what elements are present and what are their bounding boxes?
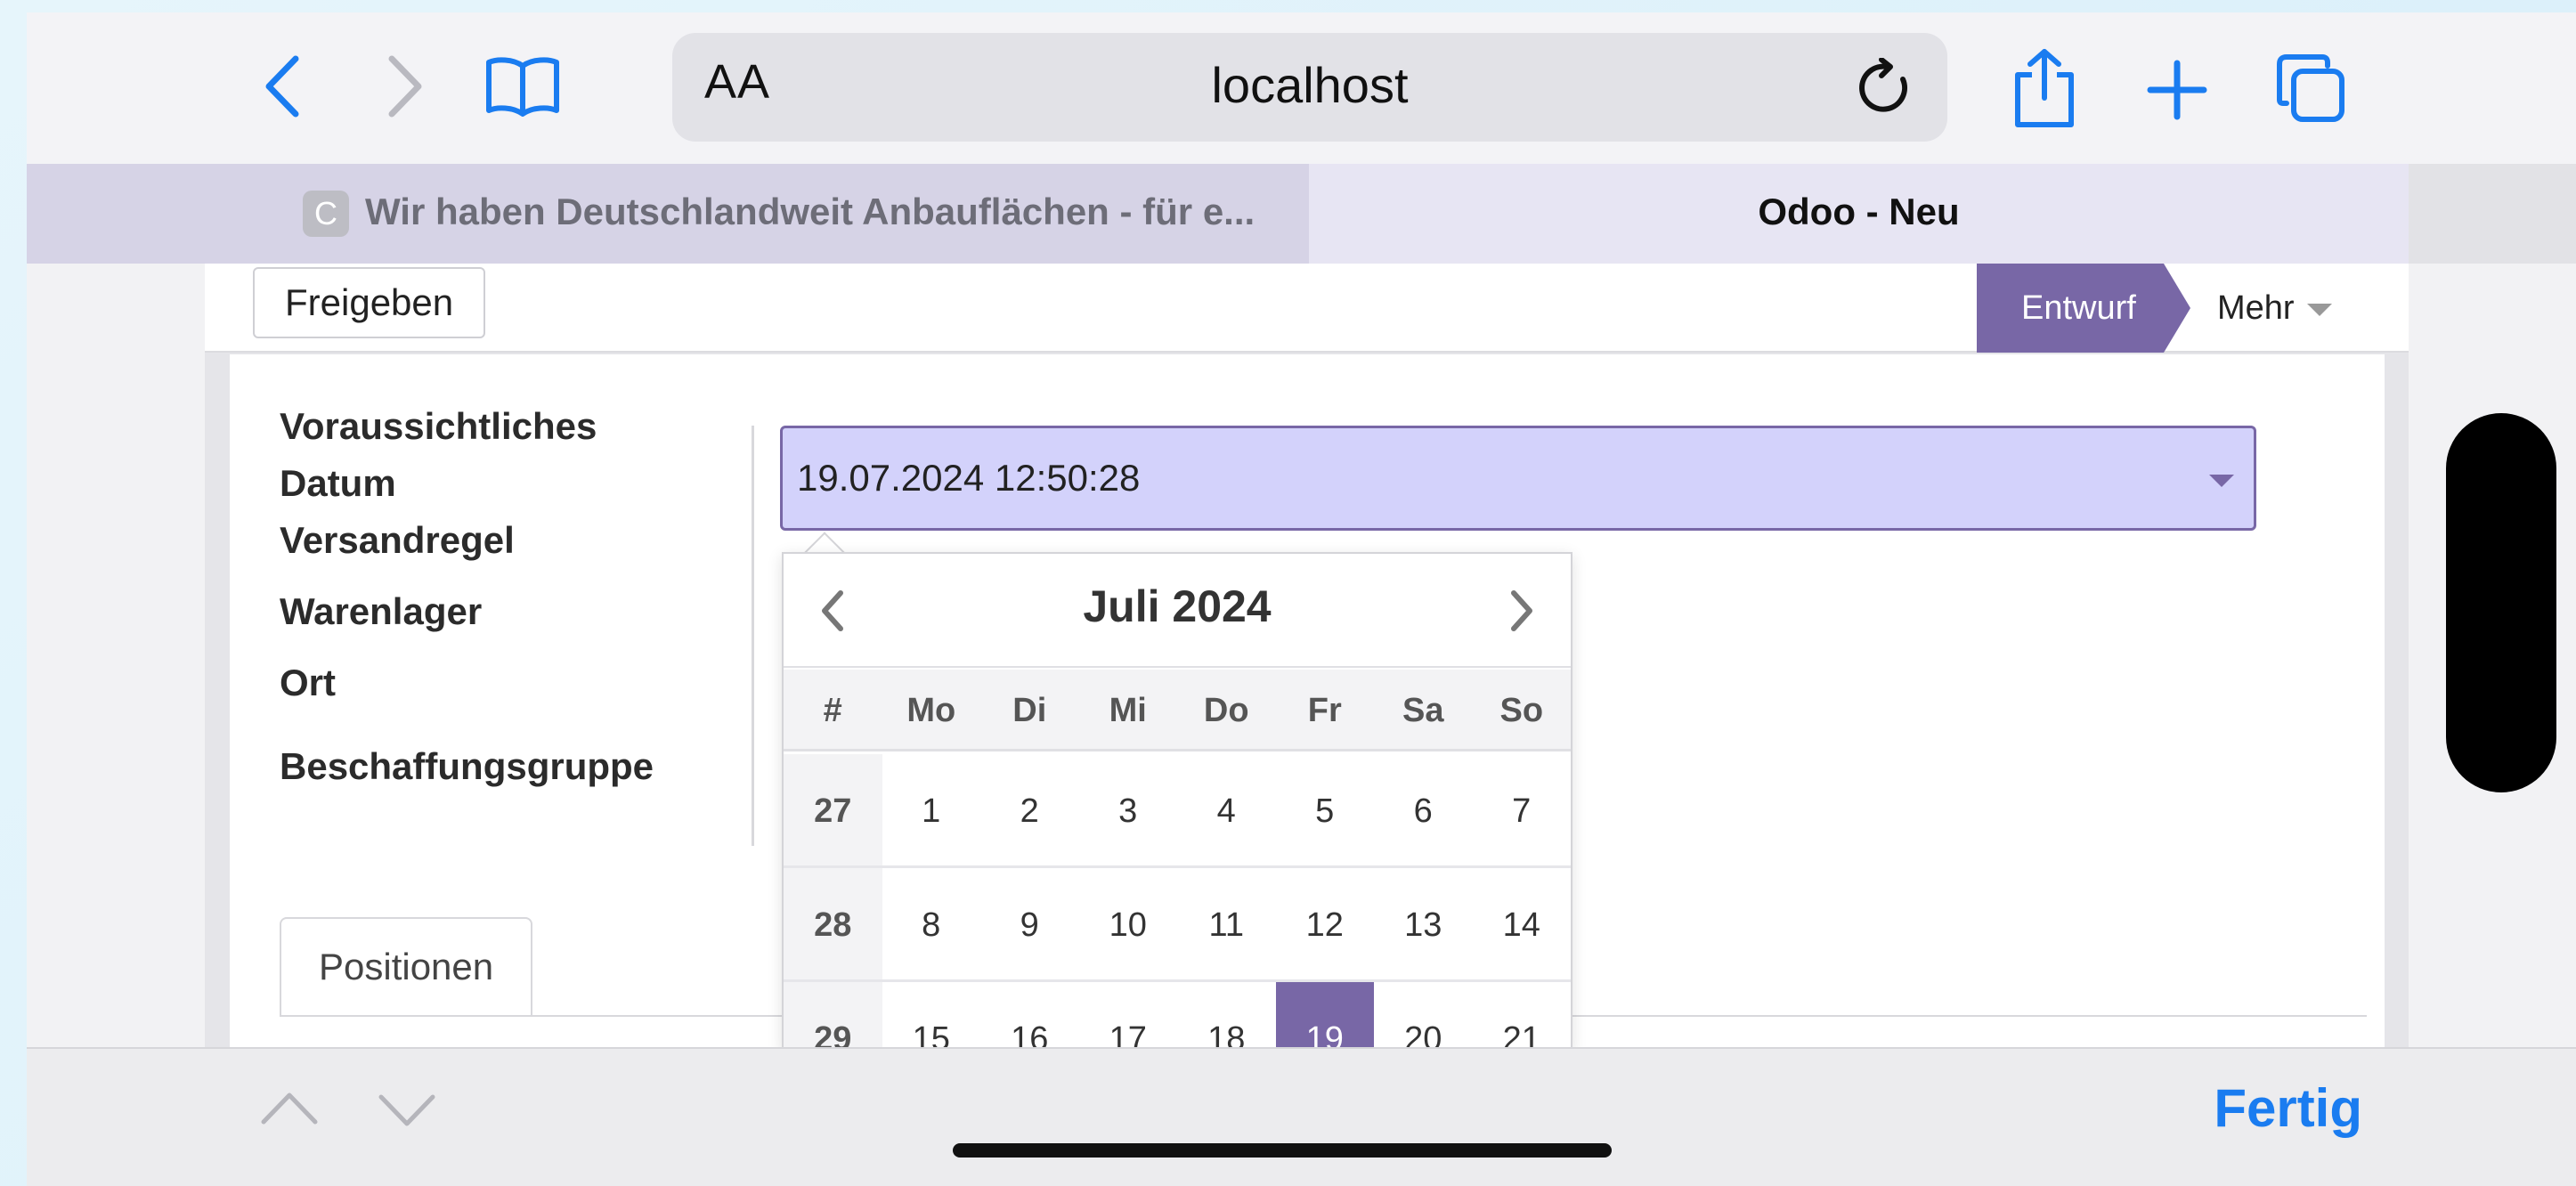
label-divider <box>752 426 754 846</box>
favicon-icon: C <box>303 191 349 237</box>
day-cell[interactable]: 11 <box>1177 868 1276 979</box>
release-button[interactable]: Freigeben <box>253 267 486 338</box>
weekday-sa: Sa <box>1402 692 1444 729</box>
tab-title-active: Odoo - Neu <box>1758 191 1960 232</box>
day-cell[interactable]: 20 <box>1374 982 1473 1047</box>
week-number: 27 <box>784 754 882 865</box>
device-screen: AA localhost C Wir haben Deutschlandweit… <box>27 12 2576 1186</box>
tab-bar-spacer <box>2409 164 2576 264</box>
day-cell[interactable]: 12 <box>1276 868 1375 979</box>
back-icon[interactable] <box>260 53 305 119</box>
day-cell[interactable]: 14 <box>1473 868 1572 979</box>
day-cell[interactable]: 6 <box>1374 754 1473 865</box>
tab-positions[interactable]: Positionen <box>280 917 533 1017</box>
tab-title-inactive: Wir haben Deutschlandweit Anbauflächen -… <box>365 191 1255 232</box>
caret-down-icon[interactable] <box>2209 475 2234 487</box>
day-cell[interactable]: 7 <box>1473 754 1572 865</box>
week-row: 28 8 9 10 11 12 13 14 <box>784 868 1571 982</box>
tab-active[interactable]: × Odoo - Neu <box>1309 164 2409 264</box>
previous-field-icon[interactable] <box>260 1090 319 1125</box>
day-cell[interactable]: 10 <box>1079 868 1178 979</box>
share-icon[interactable] <box>2011 48 2078 128</box>
weekday-so: So <box>1499 692 1544 729</box>
home-indicator[interactable] <box>953 1143 1612 1158</box>
weekday-week-number: # <box>823 692 842 729</box>
done-button[interactable]: Fertig <box>2214 1077 2362 1139</box>
form-statusbar: Freigeben Entwurf Mehr <box>205 264 2409 353</box>
expected-date-input[interactable]: 19.07.2024 12:50:28 <box>780 426 2256 531</box>
label-expected-date-line1: Voraussichtliches <box>280 405 597 447</box>
label-procurement-group: Beschaffungsgruppe <box>280 745 654 787</box>
day-cell[interactable]: 1 <box>882 754 981 865</box>
day-cell[interactable]: 5 <box>1276 754 1375 865</box>
day-cell[interactable]: 4 <box>1177 754 1276 865</box>
day-cell[interactable]: 21 <box>1473 982 1572 1047</box>
address-bar[interactable]: AA localhost <box>672 33 1947 142</box>
week-number: 29 <box>784 982 882 1047</box>
more-dropdown[interactable]: Mehr <box>2217 264 2332 353</box>
label-expected-date-line2: Datum <box>280 462 396 504</box>
day-cell[interactable]: 15 <box>882 982 981 1047</box>
day-cell[interactable]: 16 <box>980 982 1079 1047</box>
url-text: localhost <box>1211 57 1409 113</box>
day-cell[interactable]: 17 <box>1079 982 1178 1047</box>
more-label: Mehr <box>2217 289 2295 327</box>
new-tab-plus-icon[interactable] <box>2146 59 2208 121</box>
web-page: Freigeben Entwurf Mehr Voraussichtliches… <box>27 264 2576 1047</box>
weekday-mo: Mo <box>906 692 956 729</box>
tab-inactive[interactable]: C Wir haben Deutschlandweit Anbauflächen… <box>27 164 1309 264</box>
day-cell[interactable]: 3 <box>1079 754 1178 865</box>
week-row: 27 1 2 3 4 5 6 7 <box>784 754 1571 868</box>
next-month-icon[interactable] <box>1508 589 1535 637</box>
month-label[interactable]: Juli 2024 <box>784 581 1571 632</box>
weekday-di: Di <box>1012 692 1047 729</box>
next-field-icon[interactable] <box>378 1093 436 1129</box>
stage-draft[interactable]: Entwurf <box>1977 264 2190 353</box>
day-cell[interactable]: 8 <box>882 868 981 979</box>
label-warehouse: Warenlager <box>280 590 483 632</box>
day-cell-selected[interactable]: 19 <box>1275 982 1374 1047</box>
datepicker-header: Juli 2024 <box>784 554 1571 668</box>
reload-icon[interactable] <box>1858 57 1915 121</box>
label-location: Ort <box>280 662 336 703</box>
weekday-header: # Mo Di Mi Do Fr Sa So <box>784 670 1571 751</box>
keyboard-accessory-bar: Fertig <box>27 1047 2576 1186</box>
day-cell[interactable]: 13 <box>1374 868 1473 979</box>
expected-date-value: 19.07.2024 12:50:28 <box>797 457 1141 499</box>
weekday-fr: Fr <box>1307 692 1342 729</box>
datepicker: Juli 2024 # Mo Di Mi Do Fr Sa So 27 1 2 … <box>782 552 1572 1047</box>
bookmarks-icon[interactable] <box>484 53 561 118</box>
tab-bar: C Wir haben Deutschlandweit Anbauflächen… <box>27 164 2576 264</box>
week-row: 29 15 16 17 18 19 20 21 <box>784 982 1571 1047</box>
week-number: 28 <box>784 868 882 979</box>
side-handle[interactable] <box>2446 413 2556 792</box>
weekday-mi: Mi <box>1109 692 1147 729</box>
day-cell[interactable]: 9 <box>980 868 1079 979</box>
browser-toolbar: AA localhost <box>27 12 2576 164</box>
weekday-do: Do <box>1203 692 1249 729</box>
day-cell[interactable]: 18 <box>1177 982 1276 1047</box>
caret-down-icon <box>2306 303 2332 316</box>
tabs-overview-icon[interactable] <box>2274 52 2347 125</box>
day-cell[interactable]: 2 <box>980 754 1079 865</box>
label-shipping-rule: Versandregel <box>280 519 515 561</box>
forward-icon[interactable] <box>383 53 427 119</box>
